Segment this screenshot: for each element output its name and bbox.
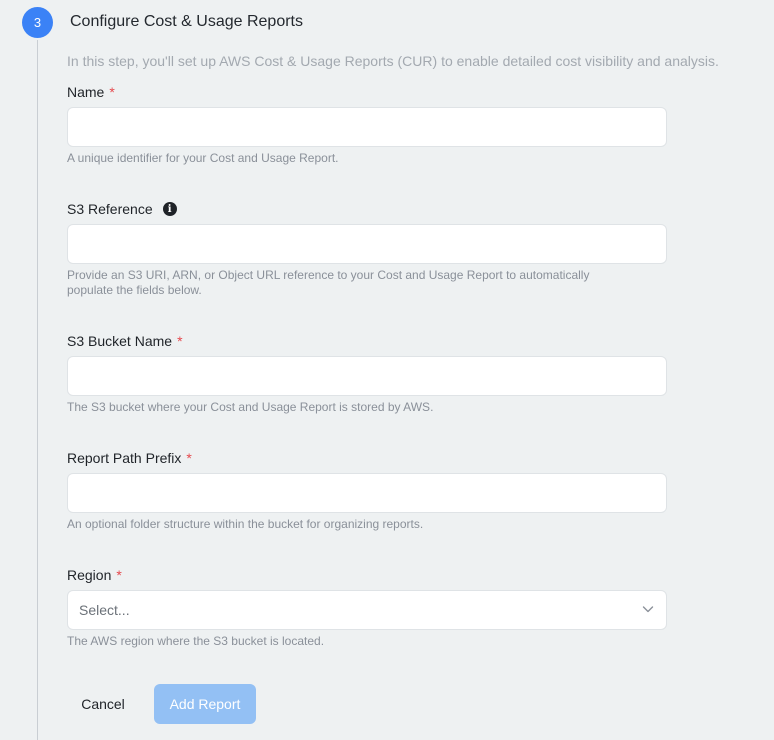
s3-bucket-name-input[interactable] xyxy=(67,356,667,396)
region-field-group: Region * Select... The AWS region where … xyxy=(67,566,667,649)
step-connector-line xyxy=(37,40,38,740)
step-number-badge: 3 xyxy=(22,7,53,38)
s3-reference-field-group: S3 Reference i Provide an S3 URI, ARN, o… xyxy=(67,200,667,298)
report-path-prefix-help-text: An optional folder structure within the … xyxy=(67,517,424,531)
s3-bucket-name-help-text: The S3 bucket where your Cost and Usage … xyxy=(67,400,434,414)
region-label-row: Region * xyxy=(67,566,667,584)
required-marker: * xyxy=(109,84,115,100)
report-path-prefix-input[interactable] xyxy=(67,473,667,513)
required-marker: * xyxy=(116,567,122,583)
chevron-down-icon xyxy=(641,602,655,619)
report-path-prefix-label-row: Report Path Prefix * xyxy=(67,449,667,467)
region-help-text: The AWS region where the S3 bucket is lo… xyxy=(67,634,325,648)
region-select-value: Select... xyxy=(79,602,130,618)
cancel-button[interactable]: Cancel xyxy=(68,684,138,724)
add-report-button[interactable]: Add Report xyxy=(154,684,256,724)
s3-reference-help-text: Provide an S3 URI, ARN, or Object URL re… xyxy=(67,268,590,297)
s3-bucket-name-field-group: S3 Bucket Name * The S3 bucket where you… xyxy=(67,332,667,415)
s3-reference-label: S3 Reference xyxy=(67,201,153,217)
report-path-prefix-field-group: Report Path Prefix * An optional folder … xyxy=(67,449,667,532)
s3-reference-label-row: S3 Reference i xyxy=(67,200,667,218)
required-marker: * xyxy=(177,333,183,349)
step-title: Configure Cost & Usage Reports xyxy=(70,13,303,30)
s3-bucket-name-label: S3 Bucket Name xyxy=(67,333,173,349)
report-path-prefix-label: Report Path Prefix xyxy=(67,450,182,466)
name-label: Name xyxy=(67,84,105,100)
info-icon[interactable]: i xyxy=(162,202,177,216)
name-input[interactable] xyxy=(67,107,667,147)
s3-bucket-name-label-row: S3 Bucket Name * xyxy=(67,332,667,350)
name-field-group: Name * A unique identifier for your Cost… xyxy=(67,83,667,166)
region-label: Region xyxy=(67,567,112,583)
name-help-text: A unique identifier for your Cost and Us… xyxy=(67,151,339,165)
s3-reference-input[interactable] xyxy=(67,224,667,264)
region-select[interactable]: Select... xyxy=(67,590,667,630)
name-label-row: Name * xyxy=(67,83,667,101)
step-intro: In this step, you'll set up AWS Cost & U… xyxy=(67,53,719,69)
step-number: 3 xyxy=(33,15,42,30)
required-marker: * xyxy=(186,450,192,466)
